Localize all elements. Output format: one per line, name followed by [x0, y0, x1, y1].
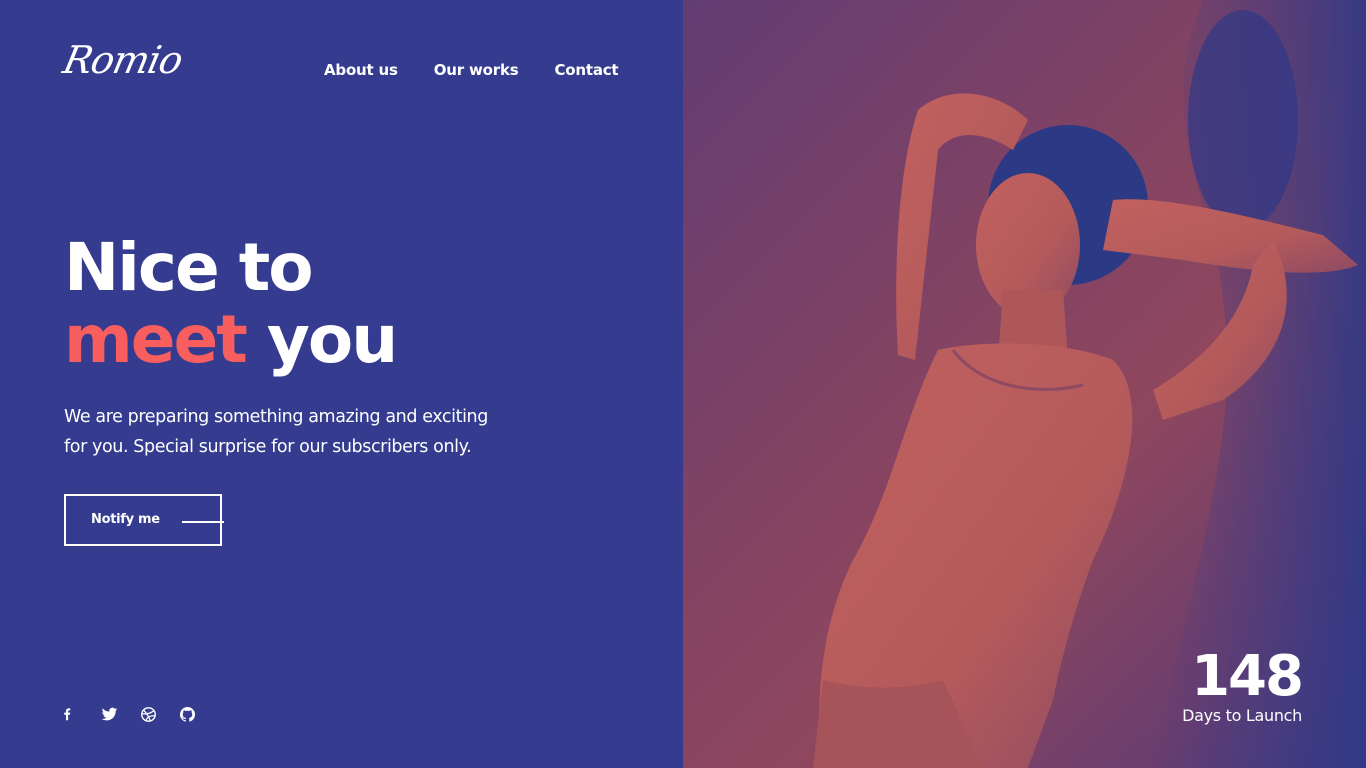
facebook-icon[interactable]: [62, 706, 79, 723]
social-links: [62, 706, 196, 723]
notify-me-button[interactable]: Notify me: [64, 494, 224, 546]
coming-soon-page: Romio About us Our works Contact Nice to…: [0, 0, 1366, 768]
nav-about-us[interactable]: About us: [324, 61, 398, 79]
nav-our-works[interactable]: Our works: [434, 61, 519, 79]
github-icon[interactable]: [179, 706, 196, 723]
headline-line-1: Nice to: [64, 229, 314, 306]
headline-rest-word: you: [266, 301, 398, 378]
launch-countdown: 148 Days to Launch: [1182, 644, 1304, 725]
countdown-caption: Days to Launch: [1182, 706, 1302, 725]
nav-contact[interactable]: Contact: [554, 61, 618, 79]
arrow-line-icon: [182, 521, 224, 523]
hero-photo-panel: 148 Days to Launch: [683, 0, 1366, 768]
subtext-line-2: for you. Special surprise for our subscr…: [64, 437, 472, 457]
headline-accent-word: meet: [64, 301, 248, 378]
countdown-days-value: 148: [1191, 644, 1304, 709]
headline-line-2: meet you: [64, 301, 398, 378]
subtext-line-1: We are preparing something amazing and e…: [64, 407, 488, 427]
dribbble-icon[interactable]: [140, 706, 157, 723]
notify-me-label: Notify me: [91, 512, 160, 527]
twitter-icon[interactable]: [101, 706, 118, 723]
logo[interactable]: Romio: [59, 38, 186, 82]
hero-headline: Nice to meet you: [64, 229, 398, 378]
main-nav: About us Our works Contact: [324, 61, 619, 79]
left-panel: Romio About us Our works Contact Nice to…: [0, 0, 683, 768]
hero-subtext: We are preparing something amazing and e…: [64, 402, 534, 462]
